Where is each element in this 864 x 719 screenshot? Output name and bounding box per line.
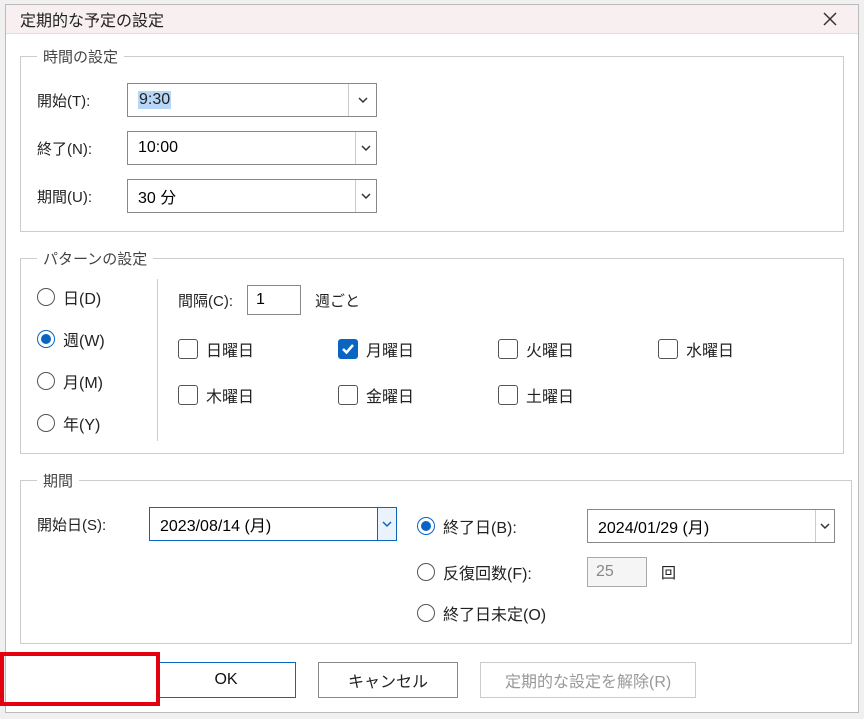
time-fieldset: 時間の設定 開始(T): 9:30 終了(N): 期間(U): bbox=[20, 46, 844, 232]
dialog-title: 定期的な予定の設定 bbox=[20, 7, 816, 31]
weekday-thu-checkbox[interactable]: 木曜日 bbox=[178, 383, 338, 407]
start-time-combo[interactable]: 9:30 bbox=[127, 83, 377, 117]
weekday-mon-checkbox[interactable]: 月曜日 bbox=[338, 337, 498, 361]
checkbox-icon bbox=[338, 385, 358, 405]
weekday-label: 木曜日 bbox=[206, 383, 254, 407]
checkbox-icon bbox=[658, 339, 678, 359]
weekday-label: 土曜日 bbox=[526, 383, 574, 407]
ok-button[interactable]: OK bbox=[156, 662, 296, 698]
time-legend: 時間の設定 bbox=[37, 46, 124, 67]
range-fieldset: 期間 開始日(S): 終了日(B): 反復回数(F): bbox=[20, 470, 852, 644]
close-button[interactable] bbox=[816, 5, 844, 33]
checkbox-icon bbox=[178, 385, 198, 405]
weekday-label: 火曜日 bbox=[526, 337, 574, 361]
checkbox-icon bbox=[498, 385, 518, 405]
duration-combo[interactable] bbox=[127, 179, 377, 213]
recurrence-dialog: 定期的な予定の設定 時間の設定 開始(T): 9:30 終了(N): 期間(U)… bbox=[5, 4, 859, 713]
weekday-tue-checkbox[interactable]: 火曜日 bbox=[498, 337, 658, 361]
chevron-down-icon[interactable] bbox=[377, 508, 396, 540]
range-start-combo[interactable] bbox=[149, 507, 397, 541]
end-time-label: 終了(N): bbox=[37, 138, 127, 159]
end-time-combo[interactable] bbox=[127, 131, 377, 165]
end-by-date-value[interactable] bbox=[588, 510, 815, 542]
close-icon bbox=[822, 11, 838, 27]
weekday-wed-checkbox[interactable]: 水曜日 bbox=[658, 337, 818, 361]
interval-input[interactable] bbox=[247, 285, 301, 315]
pattern-fieldset: パターンの設定 日(D) 週(W) 月(M) 年(Y) 間隔(C): 週ごと 日… bbox=[20, 248, 844, 454]
interval-suffix: 週ごと bbox=[315, 290, 360, 311]
titlebar: 定期的な予定の設定 bbox=[6, 5, 858, 34]
checkbox-icon bbox=[498, 339, 518, 359]
checkbox-icon bbox=[338, 339, 358, 359]
weekday-label: 月曜日 bbox=[366, 337, 414, 361]
range-start-value[interactable] bbox=[150, 508, 377, 540]
range-legend: 期間 bbox=[37, 470, 79, 491]
weekday-label: 日曜日 bbox=[206, 337, 254, 361]
end-after-count-input[interactable] bbox=[587, 557, 647, 587]
weekday-fri-checkbox[interactable]: 金曜日 bbox=[338, 383, 498, 407]
end-time-value[interactable] bbox=[128, 132, 355, 164]
unit-month-radio[interactable]: 月(M) bbox=[37, 369, 145, 393]
end-by-date-combo[interactable] bbox=[587, 509, 835, 543]
chevron-down-icon[interactable] bbox=[355, 180, 376, 212]
interval-label: 間隔(C): bbox=[178, 290, 233, 311]
unit-year-radio[interactable]: 年(Y) bbox=[37, 411, 145, 435]
duration-label: 期間(U): bbox=[37, 186, 127, 207]
end-after-suffix: 回 bbox=[661, 562, 676, 583]
checkbox-icon bbox=[178, 339, 198, 359]
end-after-radio[interactable]: 反復回数(F): bbox=[417, 560, 573, 584]
weekday-label: 水曜日 bbox=[686, 337, 734, 361]
weekday-checkboxes: 日曜日 月曜日 火曜日 水曜日木曜日 金曜日 土曜日 bbox=[178, 337, 827, 407]
end-by-radio[interactable]: 終了日(B): bbox=[417, 514, 573, 538]
weekday-label: 金曜日 bbox=[366, 383, 414, 407]
unit-day-radio[interactable]: 日(D) bbox=[37, 285, 145, 309]
tutorial-highlight bbox=[0, 652, 160, 706]
weekday-sun-checkbox[interactable]: 日曜日 bbox=[178, 337, 338, 361]
duration-value[interactable] bbox=[128, 180, 355, 212]
start-time-value: 9:30 bbox=[128, 84, 348, 116]
no-end-radio[interactable]: 終了日未定(O) bbox=[417, 601, 573, 625]
weekday-sat-checkbox[interactable]: 土曜日 bbox=[498, 383, 658, 407]
unit-week-radio[interactable]: 週(W) bbox=[37, 327, 145, 351]
range-start-label: 開始日(S): bbox=[37, 514, 137, 535]
chevron-down-icon[interactable] bbox=[815, 510, 834, 542]
start-time-label: 開始(T): bbox=[37, 90, 127, 111]
cancel-button[interactable]: キャンセル bbox=[318, 662, 458, 698]
chevron-down-icon[interactable] bbox=[355, 132, 376, 164]
chevron-down-icon[interactable] bbox=[348, 84, 376, 116]
pattern-legend: パターンの設定 bbox=[37, 248, 153, 269]
recurrence-unit-radios: 日(D) 週(W) 月(M) 年(Y) bbox=[37, 285, 157, 435]
dialog-buttons: OK キャンセル 定期的な設定を解除(R) bbox=[6, 648, 858, 716]
remove-recurrence-button: 定期的な設定を解除(R) bbox=[480, 662, 696, 698]
